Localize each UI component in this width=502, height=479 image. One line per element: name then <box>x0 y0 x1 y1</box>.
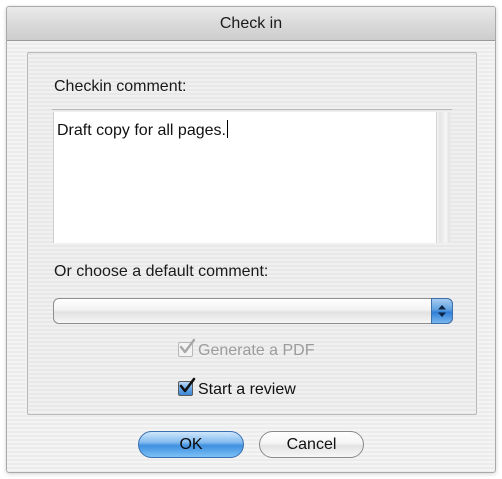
ok-button[interactable]: OK <box>138 431 244 458</box>
generate-pdf-label: Generate a PDF <box>198 342 315 359</box>
popup-arrows-icon[interactable] <box>431 298 453 324</box>
check-in-dialog: Check in Checkin comment: Draft copy for… <box>6 6 496 473</box>
default-comment-label: Or choose a default comment: <box>54 263 269 280</box>
checkmark-icon <box>179 338 196 354</box>
separator <box>52 109 452 110</box>
text-caret <box>226 120 228 138</box>
window-title: Check in <box>7 7 495 41</box>
checkin-comment-field[interactable]: Draft copy for all pages. <box>53 112 451 243</box>
default-comment-popup[interactable] <box>53 298 453 324</box>
start-review-checkbox[interactable] <box>178 377 196 396</box>
start-review-label: Start a review <box>198 381 296 398</box>
generate-pdf-option: Generate a PDF <box>178 338 315 360</box>
cancel-button[interactable]: Cancel <box>259 431 364 458</box>
options-group-box: Checkin comment: Draft copy for all page… <box>27 52 477 415</box>
checkmark-icon <box>179 377 196 393</box>
checkin-comment-value: Draft copy for all pages. <box>57 122 226 139</box>
start-review-option[interactable]: Start a review <box>178 377 296 399</box>
checkin-comment-text: Draft copy for all pages. <box>57 120 228 140</box>
checkin-comment-label: Checkin comment: <box>54 78 187 95</box>
comment-scrollbar[interactable] <box>436 112 451 243</box>
generate-pdf-checkbox <box>178 338 196 357</box>
